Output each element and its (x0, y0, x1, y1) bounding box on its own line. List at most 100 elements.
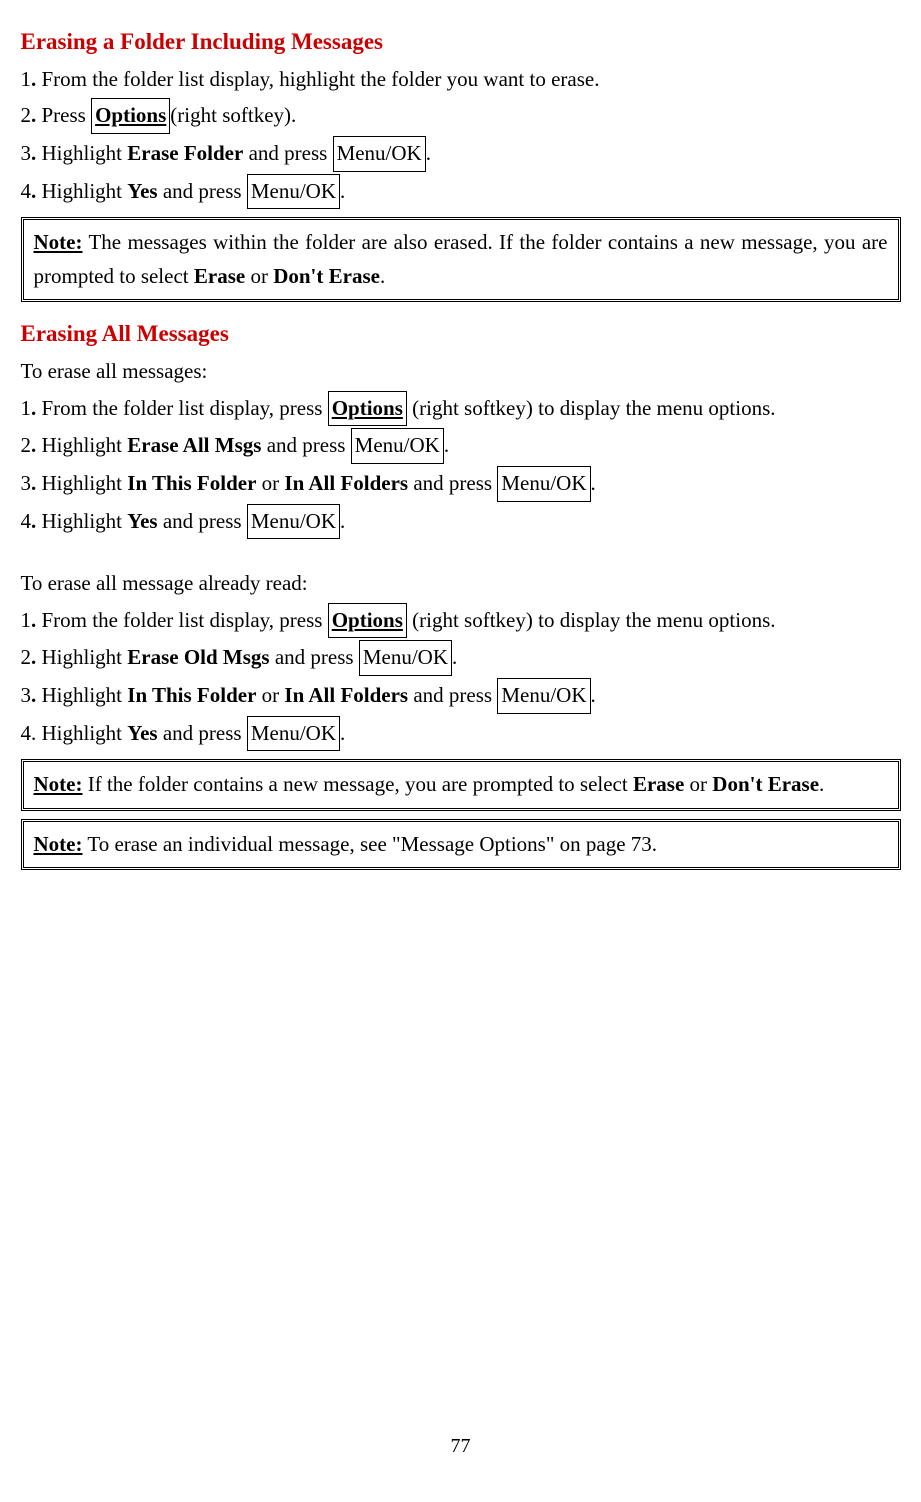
step-num: 4 (21, 721, 32, 745)
step-text: . (591, 471, 596, 495)
bold-term: Don't Erase (273, 264, 380, 288)
note-text: If the folder contains a new message, yo… (82, 772, 632, 796)
step-3-4: 4. Highlight Yes and press Menu/OK. (21, 716, 901, 752)
bold-term: Erase (633, 772, 684, 796)
step-1-4: 4. Highlight Yes and press Menu/OK. (21, 174, 901, 210)
step-num: 4 (21, 179, 32, 203)
note-box-3: Note: To erase an individual message, se… (21, 819, 901, 871)
step-text: (right softkey). (170, 103, 296, 127)
step-text: and press (408, 471, 497, 495)
section-title-2: Erasing All Messages (21, 316, 901, 353)
step-text: Highlight (42, 721, 128, 745)
step-2-2: 2. Highlight Erase All Msgs and press Me… (21, 428, 901, 464)
step-text: or (256, 471, 284, 495)
spacer (21, 541, 901, 565)
step-text: (right softkey) to display the menu opti… (407, 608, 776, 632)
options-key: Options (328, 603, 407, 639)
bold-term: Yes (127, 509, 157, 533)
step-2-3: 3. Highlight In This Folder or In All Fo… (21, 466, 901, 502)
intro-1: To erase all messages: (21, 355, 901, 389)
step-text: and press (261, 433, 350, 457)
step-text: and press (270, 645, 359, 669)
step-text: (right softkey) to display the menu opti… (407, 396, 776, 420)
step-text: Press (42, 103, 92, 127)
step-3-3: 3. Highlight In This Folder or In All Fo… (21, 678, 901, 714)
bold-term: In All Folders (284, 471, 408, 495)
step-text: or (256, 683, 284, 707)
step-text: Highlight (42, 179, 128, 203)
note-text: . (819, 772, 824, 796)
step-num: 2 (21, 645, 32, 669)
step-text: . (340, 509, 345, 533)
step-1-2: 2. Press Options(right softkey). (21, 98, 901, 134)
bold-term: Yes (127, 179, 157, 203)
menu-ok-key: Menu/OK (351, 428, 444, 464)
step-num: 3 (21, 141, 32, 165)
step-text: Highlight (42, 433, 128, 457)
step-num: 3 (21, 471, 32, 495)
step-text: . (340, 179, 345, 203)
step-text: Highlight (42, 645, 128, 669)
step-num: 1 (21, 608, 32, 632)
note-text: or (245, 264, 273, 288)
menu-ok-key: Menu/OK (333, 136, 426, 172)
bold-term: Erase Old Msgs (127, 645, 269, 669)
menu-ok-key: Menu/OK (247, 716, 340, 752)
note-text: The messages within the folder are also … (34, 230, 888, 288)
bold-term: In All Folders (284, 683, 408, 707)
step-text: Highlight (42, 141, 128, 165)
step-num: 1 (21, 67, 32, 91)
note-label: Note: (34, 230, 83, 254)
step-3-1: 1. From the folder list display, press O… (21, 603, 901, 639)
step-2-4: 4. Highlight Yes and press Menu/OK. (21, 504, 901, 540)
step-text: . (444, 433, 449, 457)
note-text: or (684, 772, 712, 796)
step-text: Highlight (42, 509, 128, 533)
menu-ok-key: Menu/OK (247, 174, 340, 210)
step-2-1: 1. From the folder list display, press O… (21, 391, 901, 427)
step-text: From the folder list display, press (42, 608, 328, 632)
menu-ok-key: Menu/OK (247, 504, 340, 540)
step-3-2: 2. Highlight Erase Old Msgs and press Me… (21, 640, 901, 676)
bold-term: Yes (127, 721, 157, 745)
note-text: . (380, 264, 385, 288)
menu-ok-key: Menu/OK (497, 678, 590, 714)
step-1-1: 1. From the folder list display, highlig… (21, 63, 901, 97)
steps-list-2: 1. From the folder list display, press O… (21, 391, 901, 539)
step-num: 2 (21, 433, 32, 457)
note-label: Note: (34, 832, 83, 856)
steps-list-1: 1. From the folder list display, highlig… (21, 63, 901, 209)
bold-term: In This Folder (127, 683, 256, 707)
menu-ok-key: Menu/OK (359, 640, 452, 676)
step-text: and press (158, 509, 247, 533)
section-title-1: Erasing a Folder Including Messages (21, 24, 901, 61)
menu-ok-key: Menu/OK (497, 466, 590, 502)
note-label: Note: (34, 772, 83, 796)
bold-term: Erase Folder (127, 141, 243, 165)
step-text: From the folder list display, press (42, 396, 328, 420)
note-text: To erase an individual message, see "Mes… (82, 832, 657, 856)
note-box-2: Note: If the folder contains a new messa… (21, 759, 901, 811)
step-text: and press (243, 141, 332, 165)
bold-term: Erase All Msgs (127, 433, 261, 457)
step-text: . (452, 645, 457, 669)
bold-term: In This Folder (127, 471, 256, 495)
step-text: . (426, 141, 431, 165)
step-text: Highlight (42, 683, 128, 707)
bold-term: Don't Erase (712, 772, 819, 796)
step-text: . (591, 683, 596, 707)
step-text: Highlight (42, 471, 128, 495)
step-1-3: 3. Highlight Erase Folder and press Menu… (21, 136, 901, 172)
page-number: 77 (21, 1430, 901, 1462)
step-text: and press (158, 179, 247, 203)
note-box-1: Note: The messages within the folder are… (21, 217, 901, 302)
options-key: Options (91, 98, 170, 134)
step-num: 4 (21, 509, 32, 533)
step-text: From the folder list display, highlight … (42, 67, 600, 91)
step-text: and press (158, 721, 247, 745)
step-text: and press (408, 683, 497, 707)
steps-list-3: 1. From the folder list display, press O… (21, 603, 901, 751)
options-key: Options (328, 391, 407, 427)
intro-2: To erase all message already read: (21, 567, 901, 601)
bold-term: Erase (194, 264, 245, 288)
